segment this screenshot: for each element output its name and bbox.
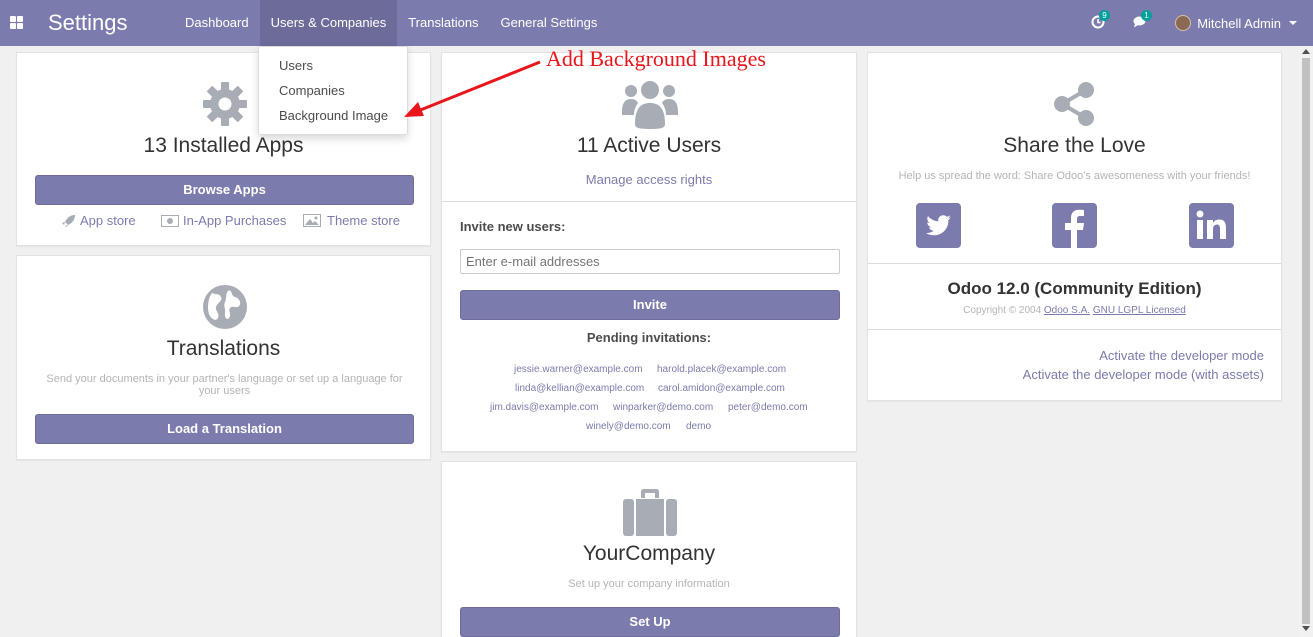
pending-invite-link[interactable]: linda@kellian@example.com <box>515 383 644 394</box>
edition-divider <box>868 329 1281 330</box>
copyright-text: Copyright © 2004 <box>963 305 1042 316</box>
app-title: Settings <box>48 10 128 35</box>
pending-invite-link[interactable]: jessie.warner@example.com <box>514 364 643 375</box>
pending-invite-link[interactable]: winely@demo.com <box>586 421 671 432</box>
license-link[interactable]: GNU LGPL Licensed <box>1093 305 1186 316</box>
gear-icon <box>203 82 247 126</box>
linkedin-icon <box>1196 210 1226 239</box>
invite-label: Invite new users: <box>460 219 566 234</box>
main-menu: Dashboard Users & Companies Translations… <box>174 0 608 46</box>
share-divider <box>868 263 1281 264</box>
menu-translations[interactable]: Translations <box>397 0 489 46</box>
twitter-icon <box>926 215 951 236</box>
activity-badge: 9 <box>1099 10 1110 21</box>
globe-icon <box>203 285 247 329</box>
manage-access-rights-link[interactable]: Manage access rights <box>442 172 856 187</box>
systray: 9 1 Mitchell Admin <box>1091 0 1313 46</box>
twitter-button[interactable] <box>916 203 961 248</box>
pending-invite-link[interactable]: jim.davis@example.com <box>490 402 599 413</box>
pending-invitations-label: Pending invitations: <box>586 330 712 345</box>
messages-badge: 1 <box>1141 10 1152 21</box>
scroll-up-icon[interactable] <box>1302 48 1310 54</box>
company-subtitle: Set up your company information <box>568 578 730 590</box>
edition-title: Odoo 12.0 (Community Edition) <box>947 279 1202 298</box>
linkedin-button[interactable] <box>1189 203 1234 248</box>
pending-invite-link[interactable]: demo <box>686 421 711 432</box>
share-subtitle: Help us spread the word: Share Odoo's aw… <box>898 170 1251 182</box>
theme-store-link[interactable]: Theme store <box>303 213 400 228</box>
user-menu[interactable]: Mitchell Admin <box>1175 15 1297 31</box>
annotation-text: Add Background Images <box>546 46 766 71</box>
dropdown-item-users[interactable]: Users <box>279 58 313 73</box>
share-icon <box>1054 82 1094 126</box>
load-translation-button[interactable]: Load a Translation <box>35 414 414 444</box>
dropdown-item-background-image[interactable]: Background Image <box>279 108 388 123</box>
page-scrollbar[interactable] <box>1299 46 1313 637</box>
developer-mode-assets-link[interactable]: Activate the developer mode (with assets… <box>1023 367 1264 382</box>
pending-invite-link[interactable]: winparker@demo.com <box>613 402 713 413</box>
caret-down-icon <box>1289 21 1297 25</box>
set-up-button[interactable]: Set Up <box>460 607 840 637</box>
share-card: Share the Love Help us spread the word: … <box>867 52 1282 401</box>
pending-invite-link[interactable]: harold.placek@example.com <box>657 364 786 375</box>
installed-apps-title: 13 Installed Apps <box>143 134 304 157</box>
browse-apps-button[interactable]: Browse Apps <box>35 175 414 205</box>
scroll-thumb[interactable] <box>1302 58 1310 624</box>
app-store-link[interactable]: App store <box>61 213 136 228</box>
share-title: Share the Love <box>1003 134 1146 157</box>
messages-icon[interactable]: 1 <box>1133 10 1152 31</box>
activity-icon[interactable]: 9 <box>1091 10 1110 31</box>
users-icon <box>622 81 678 129</box>
facebook-button[interactable] <box>1052 203 1097 248</box>
dropdown-item-companies[interactable]: Companies <box>279 83 345 98</box>
translations-card: Translations Send your documents in your… <box>16 255 431 460</box>
developer-mode-link[interactable]: Activate the developer mode <box>1099 348 1264 363</box>
company-card: YourCompany Set up your company informat… <box>441 461 857 637</box>
briefcase-icon <box>623 489 677 536</box>
users-divider <box>442 201 856 202</box>
pending-invite-link[interactable]: peter@demo.com <box>728 402 808 413</box>
top-navbar: Settings Dashboard Users & Companies Tra… <box>0 0 1313 46</box>
odoo-sa-link[interactable]: Odoo S.A. <box>1044 305 1090 316</box>
pending-invite-link[interactable]: carol.amidon@example.com <box>658 383 785 394</box>
invite-email-input[interactable] <box>460 249 840 274</box>
image-icon <box>303 214 321 227</box>
translations-title: Translations <box>166 337 281 360</box>
in-app-purchases-link[interactable]: In-App Purchases <box>161 213 286 228</box>
annotation-arrow <box>404 60 541 117</box>
active-users-title: 11 Active Users <box>576 134 722 157</box>
menu-users-companies[interactable]: Users & Companies <box>259 0 398 46</box>
users-companies-dropdown: Users Companies Background Image <box>258 46 408 135</box>
copyright-line: Copyright © 2004 Odoo S.A. GNU LGPL Lice… <box>868 305 1281 316</box>
translations-subtitle: Send your documents in your partner's la… <box>46 373 403 397</box>
facebook-icon <box>1065 209 1084 248</box>
company-title: YourCompany <box>582 542 716 565</box>
user-name: Mitchell Admin <box>1197 15 1281 31</box>
app-switcher-icon[interactable] <box>10 16 23 29</box>
scroll-down-icon[interactable] <box>1302 626 1310 632</box>
menu-dashboard[interactable]: Dashboard <box>174 0 260 46</box>
invite-button[interactable]: Invite <box>460 290 840 320</box>
avatar <box>1175 15 1192 31</box>
rocket-icon <box>62 214 75 227</box>
money-icon <box>161 214 179 227</box>
menu-general-settings[interactable]: General Settings <box>490 0 609 46</box>
